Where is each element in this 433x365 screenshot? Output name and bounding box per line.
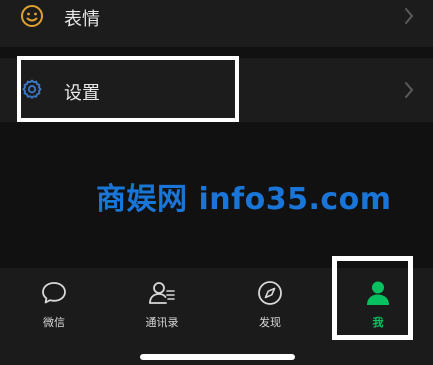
chevron-right-icon — [405, 8, 414, 24]
tab-discover-label: 发现 — [259, 316, 281, 329]
menu-item-emoji-label: 表情 — [64, 9, 100, 30]
tab-wechat[interactable]: 微信 — [14, 278, 94, 338]
me-tab-highlight-box — [332, 256, 413, 340]
watermark-text: 商娱网 info35.com — [96, 182, 392, 217]
emoji-icon — [21, 5, 43, 27]
contacts-icon — [149, 282, 175, 304]
chat-bubble-icon — [42, 282, 66, 304]
tab-contacts-label: 通讯录 — [145, 316, 179, 329]
menu-item-emoji[interactable]: 表情 — [0, 0, 433, 47]
compass-icon — [258, 281, 282, 305]
tab-wechat-label: 微信 — [43, 316, 65, 329]
tab-discover[interactable]: 发现 — [230, 278, 310, 338]
chevron-right-icon — [405, 82, 414, 98]
settings-highlight-box — [17, 56, 239, 122]
tab-contacts[interactable]: 通讯录 — [122, 278, 202, 338]
home-indicator[interactable] — [140, 354, 295, 360]
